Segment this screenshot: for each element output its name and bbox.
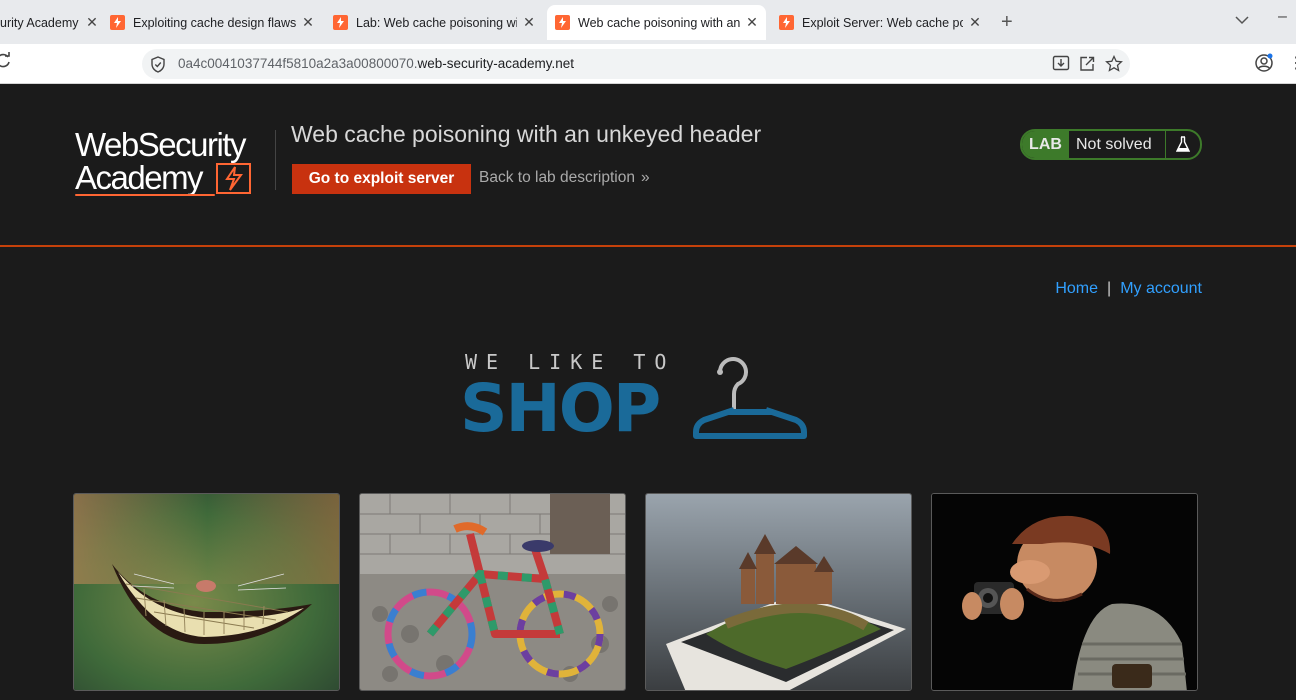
reload-icon[interactable] xyxy=(0,52,12,75)
banner-shop-word: SHOP xyxy=(460,370,661,447)
url-text: 0a4c0041037744f5810a2a3a00800070.web-sec… xyxy=(178,56,574,71)
my-account-link[interactable]: My account xyxy=(1120,280,1202,297)
bookmark-star-icon[interactable] xyxy=(1105,54,1123,77)
portswigger-favicon-icon xyxy=(779,15,794,30)
shop-navigation: Home | My account xyxy=(1055,280,1202,298)
coat-hanger-icon xyxy=(692,350,812,447)
browser-menu-icon[interactable]: ⋮ xyxy=(1288,53,1296,73)
tab-title: Web cache poisoning with an un xyxy=(578,15,740,30)
product-image-castle-phone[interactable] xyxy=(645,493,912,691)
logo-underline xyxy=(75,194,215,196)
browser-tab-active[interactable]: Web cache poisoning with an un ✕ xyxy=(547,5,766,40)
browser-toolbar: 0a4c0041037744f5810a2a3a00800070.web-sec… xyxy=(0,44,1296,84)
tab-title: Lab: Web cache poisoning with xyxy=(356,15,517,30)
share-icon[interactable] xyxy=(1078,55,1096,77)
url-host-domain: web-security-academy.net xyxy=(417,56,575,71)
logo-lightning-icon xyxy=(216,163,252,200)
browser-tab-2[interactable]: Exploiting cache design flaws | W ✕ xyxy=(108,5,316,40)
double-chevron-icon: » xyxy=(640,169,650,186)
lab-badge: LAB xyxy=(1022,131,1069,158)
header-divider xyxy=(275,130,276,190)
product-image-knitted-bicycle[interactable] xyxy=(359,493,626,691)
we-like-to-shop-banner: WE LIKE TO SHOP xyxy=(460,348,820,448)
tab-title: urity Academy xyxy=(0,15,79,30)
flask-icon xyxy=(1166,131,1200,158)
product-image-photographer-figurine[interactable] xyxy=(931,493,1198,691)
lab-status-widget: LAB Not solved xyxy=(1020,129,1202,160)
install-app-icon[interactable] xyxy=(1052,55,1070,77)
back-to-lab-description-link[interactable]: Back to lab description » xyxy=(479,169,650,187)
minimize-window-icon[interactable]: – xyxy=(1278,8,1287,26)
back-link-label: Back to lab description xyxy=(479,169,635,186)
tab-title: Exploiting cache design flaws | W xyxy=(133,15,296,30)
url-host-prefix: 0a4c0041037744f5810a2a3a00800070. xyxy=(178,56,418,71)
home-link[interactable]: Home xyxy=(1055,280,1098,297)
portswigger-favicon-icon xyxy=(110,15,125,30)
browser-tab-strip: urity Academy ✕ Exploiting cache design … xyxy=(0,0,1296,44)
product-image-cheshire-grin[interactable] xyxy=(73,493,340,691)
address-bar[interactable]: 0a4c0041037744f5810a2a3a00800070.web-sec… xyxy=(142,49,1130,79)
close-tab-icon[interactable]: ✕ xyxy=(967,14,983,31)
browser-tab-1[interactable]: urity Academy ✕ xyxy=(0,5,100,40)
logo-text-line2: Academy xyxy=(75,159,204,196)
profile-avatar-icon[interactable] xyxy=(1254,53,1274,78)
lab-status-text: Not solved xyxy=(1069,131,1166,158)
tab-search-chevron-icon[interactable] xyxy=(1235,12,1249,28)
portswigger-favicon-icon xyxy=(333,15,348,30)
portswigger-favicon-icon xyxy=(555,15,570,30)
tab-title: Exploit Server: Web cache poiso xyxy=(802,15,963,30)
close-tab-icon[interactable]: ✕ xyxy=(300,14,316,31)
browser-tab-5[interactable]: Exploit Server: Web cache poiso ✕ xyxy=(777,5,983,40)
close-tab-icon[interactable]: ✕ xyxy=(521,14,537,31)
close-tab-icon[interactable]: ✕ xyxy=(84,14,100,31)
new-tab-button[interactable]: + xyxy=(1001,11,1013,34)
browser-tab-3[interactable]: Lab: Web cache poisoning with ✕ xyxy=(331,5,537,40)
nav-separator: | xyxy=(1107,280,1112,297)
go-to-exploit-server-button[interactable]: Go to exploit server xyxy=(292,164,471,194)
site-info-shield-icon[interactable] xyxy=(150,56,166,78)
lab-title: Web cache poisoning with an unkeyed head… xyxy=(291,121,762,147)
close-tab-icon[interactable]: ✕ xyxy=(744,14,760,31)
